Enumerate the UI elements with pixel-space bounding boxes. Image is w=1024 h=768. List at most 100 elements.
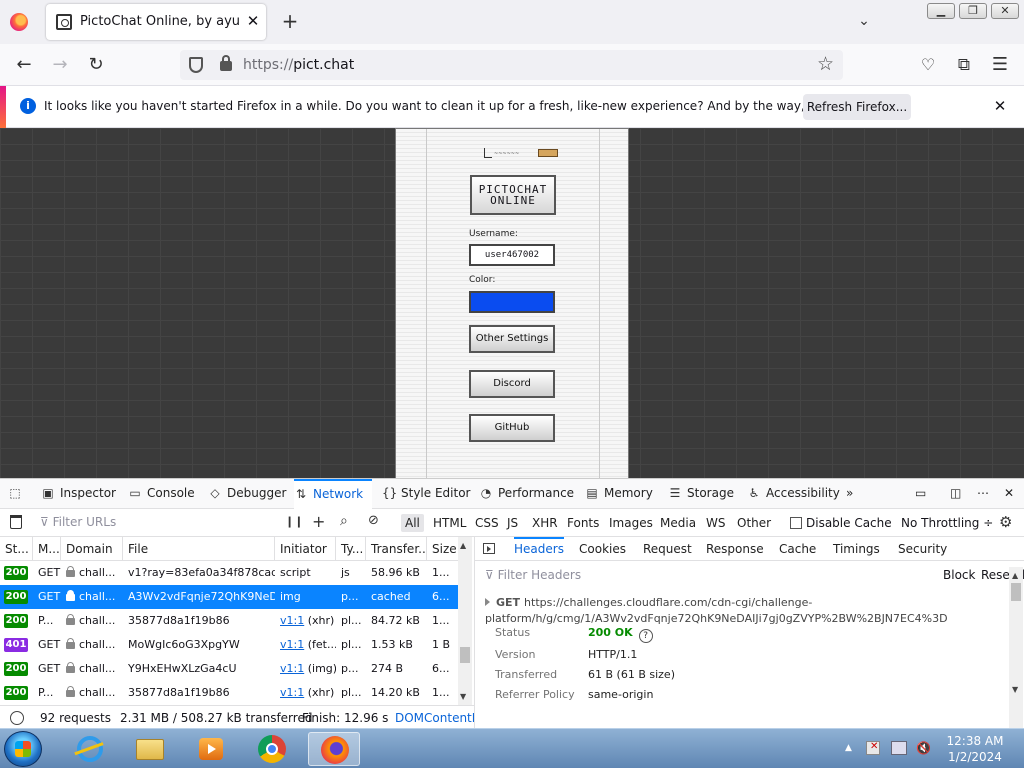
initiator-link[interactable]: v1:1 [280,614,304,627]
back-arrow-icon[interactable]: ← [13,54,35,76]
column-size[interactable]: Size [427,537,458,561]
show-hidden-icons-arrow-icon[interactable]: ▲ [845,743,852,753]
tab-memory[interactable]: ▤ Memory [585,479,652,509]
tab-storage[interactable]: ☰ Storage [668,479,734,509]
action-center-flag-icon[interactable] [866,741,880,755]
column-initiator[interactable]: Initiator [275,537,336,561]
taskbar-chrome[interactable] [246,732,298,766]
filter-all[interactable]: All [401,514,424,532]
github-button[interactable]: GitHub [469,414,555,442]
bookmark-star-icon[interactable]: ☆ [817,53,834,75]
column-transferred[interactable]: Transfer... [366,537,427,561]
tab-console[interactable]: ▭ Console [128,479,194,509]
tracking-shield-icon[interactable] [189,57,203,73]
firefox-logo-icon[interactable] [10,13,28,31]
tab-headers[interactable]: Headers [514,537,564,561]
table-row[interactable]: 401 GET chall... MoWgIc6oG3XpgYW v1:1 (fet..… [0,633,458,657]
tab-network[interactable]: ⇅ Network [294,479,372,509]
volume-muted-icon[interactable]: 🔇 [916,741,932,755]
tab-inspector[interactable]: ▣ Inspector [41,479,116,509]
column-status[interactable]: St... [0,537,33,561]
initiator-link[interactable]: v1:1 [280,686,304,699]
table-row[interactable]: 200 P... chall... 35877d8a1f19b86 v1:1 (xhr)… [0,681,458,705]
tab-style-editor[interactable]: {} Style Editor [382,479,470,509]
discord-button[interactable]: Discord [469,370,555,398]
tab-accessibility[interactable]: ♿ Accessibility [747,479,840,509]
tab-debugger[interactable]: ◇ Debugger [208,479,286,509]
refresh-firefox-button[interactable]: Refresh Firefox... [803,94,911,120]
color-picker[interactable] [469,291,555,313]
start-button[interactable] [4,731,42,767]
filter-headers-input[interactable]: ⊽ Filter Headers [485,568,581,582]
filter-urls-input[interactable]: ⊽ Filter URLs [40,515,116,529]
filter-media[interactable]: Media [656,514,700,532]
search-icon[interactable]: ⌕ [340,513,348,529]
lock-icon[interactable] [220,55,232,71]
scroll-down-arrow-icon[interactable]: ▼ [460,692,466,701]
url-text[interactable]: https://pict.chat [243,57,354,73]
notification-close-icon[interactable]: ✕ [991,97,1009,115]
table-row[interactable]: 200 GET chall... Y9HxEHwXLzGa4cU v1:1 (img) p… [0,657,458,681]
performance-clock-icon[interactable] [10,711,24,725]
more-tools-chevron-icon[interactable]: » [846,479,853,509]
scroll-down-arrow-icon[interactable]: ▼ [1012,685,1018,694]
table-row[interactable]: 200 GET chall... v1?ray=83efa0a34f878cad scr… [0,561,458,585]
responsive-design-icon[interactable]: ▭ [915,479,926,509]
scroll-thumb[interactable] [460,647,470,663]
table-row[interactable]: 200 GET chall... A3Wv2vdFqnje72QhK9NeDA img p… [0,585,458,609]
add-request-icon[interactable]: + [312,512,325,531]
table-row[interactable]: 200 P... chall... 35877d8a1f19b86 v1:1 (xhr)… [0,609,458,633]
new-tab-button[interactable]: + [280,11,300,31]
url-bar[interactable]: https://pict.chat ☆ [180,50,843,80]
forward-arrow-icon[interactable]: → [49,54,71,76]
network-settings-gear-icon[interactable]: ⚙ [999,513,1012,531]
request-table-scrollbar[interactable]: ▲ ▼ [458,537,472,705]
throttling-select[interactable]: No Throttling ÷ [901,516,993,530]
filter-ws[interactable]: WS [702,514,729,532]
scroll-up-arrow-icon[interactable]: ▲ [460,541,466,550]
filter-images[interactable]: Images [605,514,657,532]
taskbar-file-explorer[interactable] [124,732,176,766]
column-type[interactable]: Ty... [336,537,366,561]
extensions-puzzle-icon[interactable]: ⧉ [953,54,975,76]
initiator-link[interactable]: v1:1 [280,662,304,675]
element-picker-icon[interactable]: ⬚ [8,479,27,509]
taskbar-media-player[interactable] [185,732,237,766]
reload-icon[interactable]: ↻ [85,54,107,76]
tab-cache[interactable]: Cache [779,537,816,561]
block-requests-icon[interactable]: ⊘ [368,513,379,528]
filter-html[interactable]: HTML [429,514,470,532]
disable-cache-checkbox[interactable]: Disable Cache [790,516,892,530]
column-domain[interactable]: Domain [61,537,123,561]
filter-fonts[interactable]: Fonts [563,514,603,532]
column-file[interactable]: File [123,537,275,561]
tab-security[interactable]: Security [898,537,947,561]
pause-icon[interactable]: ❙❙ [285,515,303,528]
taskbar-firefox[interactable] [308,732,360,766]
block-button[interactable]: Block [943,568,975,582]
window-minimize-button[interactable]: ▁ [927,3,955,19]
taskbar-internet-explorer[interactable] [64,732,116,766]
expand-triangle-icon[interactable] [485,598,490,606]
devtools-close-icon[interactable]: ✕ [1004,479,1014,509]
tab-pictochat[interactable]: PictoChat Online, by ayunami2000 ✕ [46,4,266,40]
filter-css[interactable]: CSS [471,514,503,532]
help-icon[interactable]: ? [638,629,653,643]
tab-timings[interactable]: Timings [833,537,880,561]
tab-response[interactable]: Response [706,537,764,561]
pocket-icon[interactable]: ♡ [917,54,939,76]
window-close-button[interactable]: ✕ [991,3,1019,19]
dock-side-icon[interactable]: ◫ [950,479,961,509]
details-scrollbar[interactable]: ▲ ▼ [1009,567,1023,729]
filter-other[interactable]: Other [733,514,775,532]
username-input[interactable]: user467002 [469,244,555,266]
tab-request[interactable]: Request [643,537,692,561]
hamburger-menu-icon[interactable]: ☰ [989,54,1011,76]
tab-cookies[interactable]: Cookies [579,537,626,561]
request-url-summary[interactable]: GET https://challenges.cloudflare.com/cdn… [485,595,1005,627]
window-restore-button[interactable]: ❐ [959,3,987,19]
network-tray-icon[interactable] [891,741,907,755]
filter-xhr[interactable]: XHR [528,514,562,532]
column-method[interactable]: M... [33,537,61,561]
list-all-tabs-chevron-icon[interactable]: ⌄ [855,13,873,31]
